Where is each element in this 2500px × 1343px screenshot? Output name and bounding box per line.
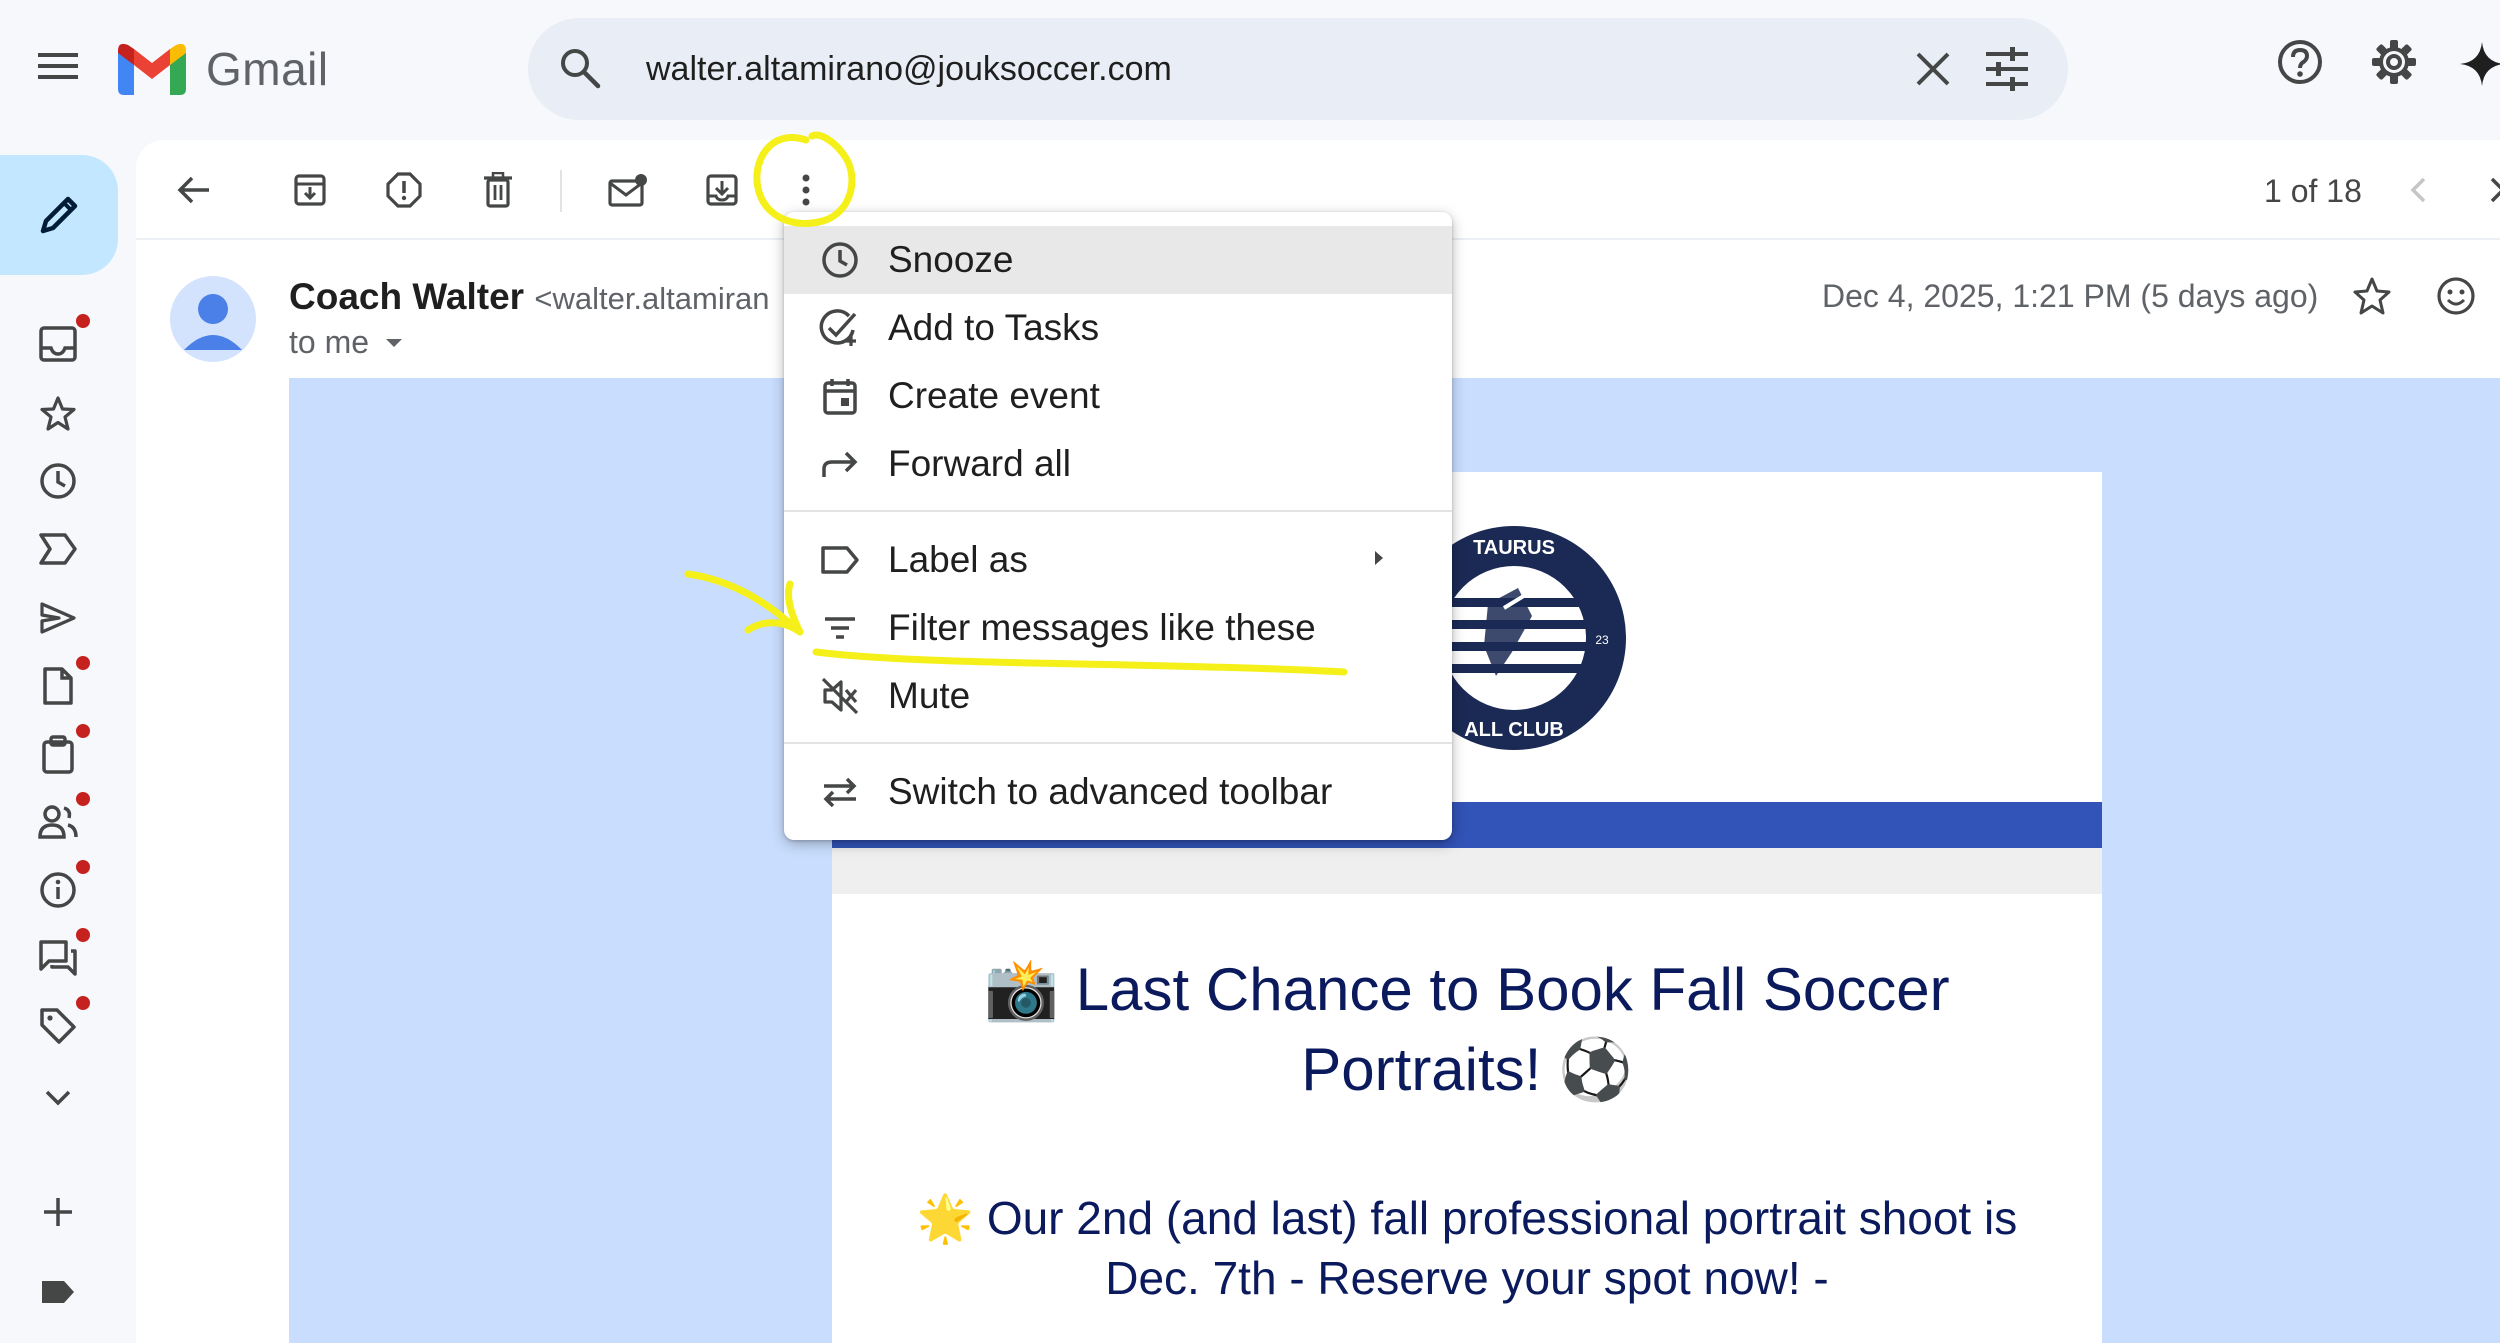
notification-dot <box>76 996 90 1010</box>
newer-chevron-left-icon[interactable] <box>2396 168 2440 212</box>
inbox-icon[interactable] <box>34 314 90 368</box>
notification-dot <box>76 928 90 942</box>
recipient-label: to me <box>289 324 370 360</box>
forward-icon <box>818 442 862 486</box>
snoozed-clock-icon[interactable] <box>34 457 82 505</box>
menu-divider <box>784 510 1452 512</box>
sender-avatar[interactable] <box>170 276 256 362</box>
club-logo-top-text: TAURUS <box>1473 537 1555 559</box>
help-icon[interactable] <box>2276 38 2324 91</box>
calendar-icon <box>818 374 862 418</box>
toolbar-divider <box>560 170 562 212</box>
menu-item-snooze[interactable]: Snooze <box>784 226 1452 294</box>
gear-icon[interactable] <box>2370 38 2418 91</box>
main-menu-button[interactable] <box>22 30 94 102</box>
menu-item-filter-messages[interactable]: Filter messages like these <box>784 594 1452 662</box>
label-icon[interactable] <box>34 1268 82 1316</box>
notification-dot <box>76 792 90 806</box>
menu-item-add-to-tasks[interactable]: Add to Tasks <box>784 294 1452 362</box>
social-people-icon[interactable] <box>34 792 90 846</box>
recipient-details[interactable]: to me <box>289 324 405 361</box>
message-pager: 1 of 18 <box>2264 173 2362 209</box>
chevron-down-icon[interactable] <box>34 1074 82 1122</box>
updates-info-icon[interactable] <box>34 860 90 914</box>
more-options-vertical-icon[interactable] <box>784 168 828 212</box>
back-arrow-icon[interactable] <box>172 168 216 212</box>
forums-icon[interactable] <box>34 928 90 982</box>
search-bar[interactable]: walter.altamirano@jouksoccer.com <box>528 18 2068 120</box>
emoji-reaction-icon[interactable] <box>2436 276 2476 321</box>
add-task-icon <box>818 306 862 350</box>
pencil-icon <box>40 196 78 234</box>
email-subline: 🌟 Our 2nd (and last) fall professional p… <box>916 1192 2018 1304</box>
notification-dot <box>76 724 90 738</box>
menu-item-switch-toolbar[interactable]: Switch to advanced toolbar <box>784 758 1452 826</box>
older-chevron-right-icon[interactable] <box>2476 168 2500 212</box>
sent-icon[interactable] <box>34 594 82 642</box>
app-name: Gmail <box>206 43 329 95</box>
caret-down-icon <box>386 338 403 347</box>
sender-name[interactable]: Coach Walter <box>289 276 524 317</box>
search-input[interactable]: walter.altamirano@jouksoccer.com <box>646 50 1172 89</box>
mute-icon <box>818 674 862 718</box>
sender-address: <walter.altamiran <box>534 281 770 316</box>
clock-icon <box>818 238 862 282</box>
menu-item-forward-all[interactable]: Forward all <box>784 430 1452 498</box>
menu-item-create-event[interactable]: Create event <box>784 362 1452 430</box>
search-options-icon[interactable] <box>1984 46 2030 97</box>
gmail-logo[interactable]: Gmail <box>118 42 329 96</box>
more-options-menu: Snooze Add to Tasks Create event Forward… <box>784 212 1452 840</box>
notification-dot <box>76 314 90 328</box>
gray-band <box>832 848 2102 894</box>
notification-dot <box>76 860 90 874</box>
delete-trash-icon[interactable] <box>476 168 520 212</box>
star-icon[interactable] <box>2352 276 2392 321</box>
menu-item-mute[interactable]: Mute <box>784 662 1452 730</box>
drafts-icon[interactable] <box>34 656 90 710</box>
menu-divider <box>784 742 1452 744</box>
important-icon[interactable] <box>34 525 82 573</box>
email-headline: 📸 Last Chance to Book Fall Soccer Portra… <box>984 956 1950 1103</box>
top-bar: Gmail walter.altamirano@jouksoccer.com <box>0 0 2500 138</box>
sender-line: Coach Walter <walter.altamiran <box>289 276 770 318</box>
club-logo-bottom-text: ALL CLUB <box>1464 719 1564 741</box>
starred-icon[interactable] <box>34 390 82 438</box>
hamburger-icon <box>38 53 78 79</box>
report-spam-icon[interactable] <box>382 168 426 212</box>
filter-icon <box>818 606 862 650</box>
purchases-icon[interactable] <box>34 724 90 778</box>
mark-unread-icon[interactable] <box>606 168 650 212</box>
submenu-arrow-icon <box>1372 548 1386 573</box>
label-icon <box>818 538 862 582</box>
gemini-sparkle-icon[interactable] <box>2460 42 2500 91</box>
menu-item-label-as[interactable]: Label as <box>784 526 1452 594</box>
message-date: Dec 4, 2025, 1:21 PM (5 days ago) <box>1822 278 2319 314</box>
move-to-icon[interactable] <box>700 168 744 212</box>
notification-dot <box>76 656 90 670</box>
create-label-plus-icon[interactable] <box>34 1188 82 1236</box>
swap-icon <box>818 770 862 814</box>
search-icon[interactable] <box>558 46 602 95</box>
archive-icon[interactable] <box>288 168 332 212</box>
gmail-m-icon <box>118 43 186 95</box>
promotions-tag-icon[interactable] <box>34 996 90 1050</box>
club-logo-number: 23 <box>1595 633 1609 647</box>
clear-search-icon[interactable] <box>1912 48 1954 95</box>
compose-button[interactable] <box>0 155 118 275</box>
